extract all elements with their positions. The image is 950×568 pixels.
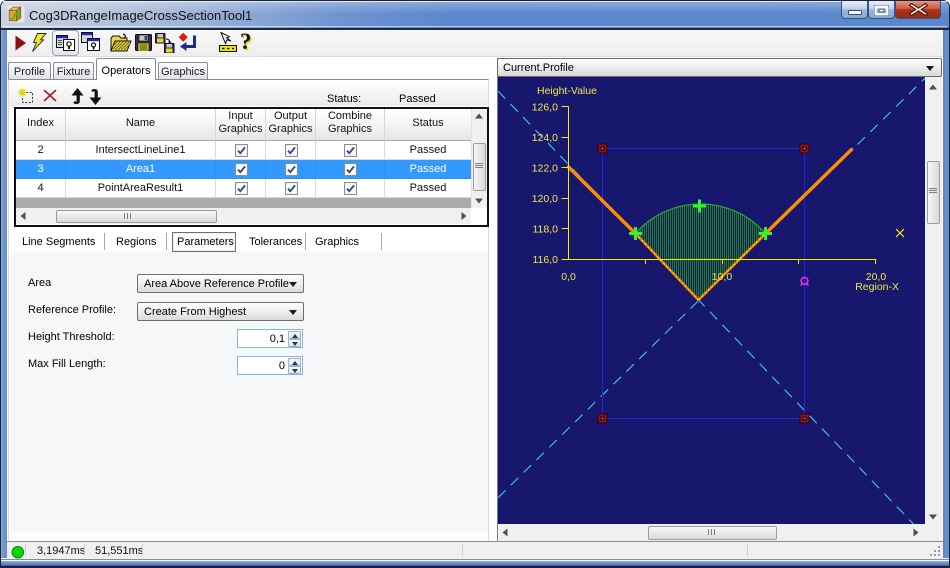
svg-text:122,0: 122,0	[532, 163, 558, 175]
svg-text:0,0: 0,0	[561, 271, 576, 283]
svg-text:116,0: 116,0	[533, 254, 559, 266]
svg-text:118,0: 118,0	[533, 224, 559, 236]
svg-text:120,0: 120,0	[532, 193, 558, 205]
svg-text:?: ?	[240, 31, 252, 54]
svg-text:10,0: 10,0	[712, 271, 733, 283]
svg-text:Region-X: Region-X	[855, 281, 899, 293]
svg-text:Height-Value: Height-Value	[537, 85, 597, 97]
svg-text:124,0: 124,0	[532, 132, 558, 144]
svg-text:126,0: 126,0	[532, 102, 558, 114]
